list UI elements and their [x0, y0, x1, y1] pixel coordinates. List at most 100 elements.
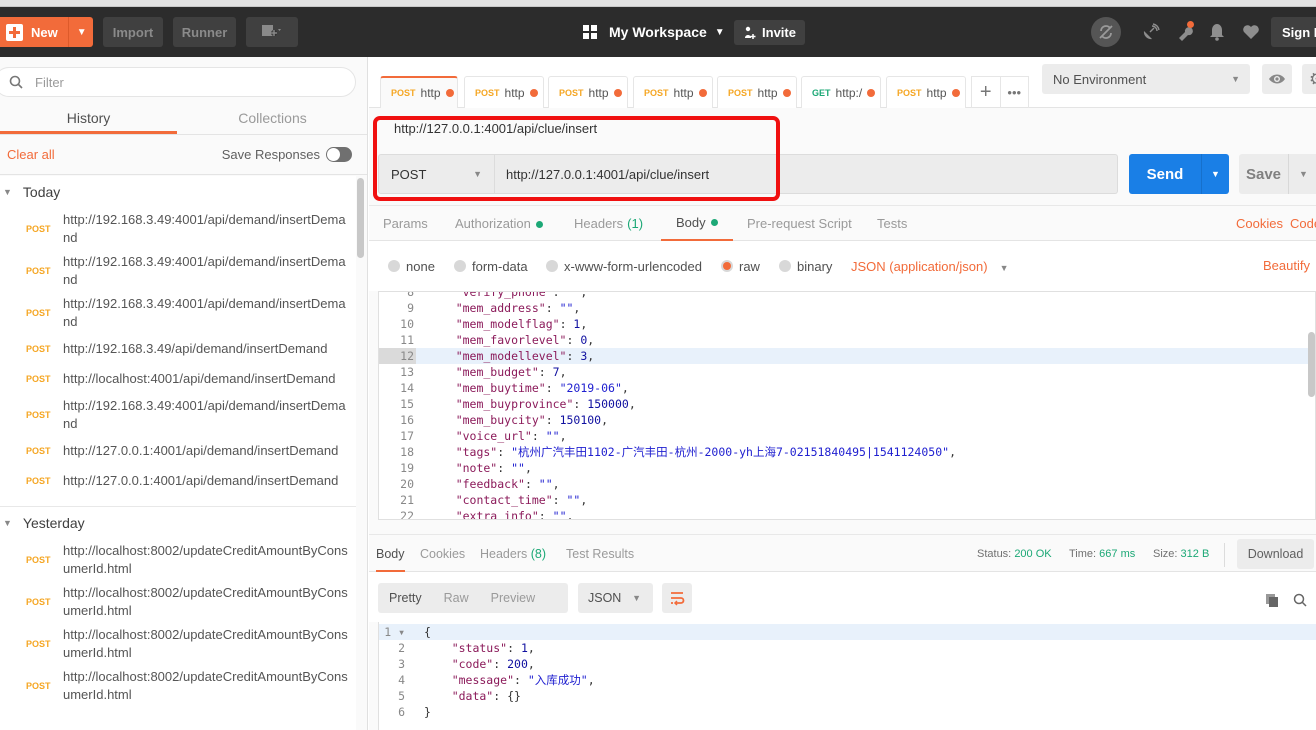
tab-authorization[interactable]: Authorization [455, 206, 543, 242]
status-dot [710, 219, 718, 226]
view-pretty[interactable]: Pretty [378, 591, 433, 605]
wrap-lines-button[interactable] [662, 583, 692, 613]
tab-headers[interactable]: Headers (1) [574, 206, 643, 242]
more-tabs-button[interactable]: ••• [1001, 77, 1029, 108]
history-item[interactable]: POST http://127.0.0.1:4001/api/demand/ins… [0, 436, 356, 466]
manage-environments-button[interactable]: ⚙ [1302, 64, 1316, 94]
history-item[interactable]: POST http://192.168.3.49:4001/api/demand/… [0, 292, 356, 334]
save-responses-toggle[interactable] [326, 147, 352, 162]
content-type-select[interactable]: JSON (application/json) ▼ [851, 259, 1008, 274]
beautify-link[interactable]: Beautify [1263, 248, 1310, 284]
radio-x-www-form-urlencoded[interactable]: x-www-form-urlencoded [546, 259, 702, 274]
line-number: 2 [398, 641, 405, 655]
tab-history[interactable]: History [0, 103, 177, 134]
request-tab[interactable]: POST http [886, 76, 966, 108]
environment-select[interactable]: No Environment ▼ [1042, 64, 1250, 94]
tab-pre-request-script[interactable]: Pre-request Script [747, 206, 852, 242]
code-content: "code": 200, [424, 657, 535, 671]
save-button[interactable]: Save [1239, 154, 1288, 194]
code-link[interactable]: Code [1290, 206, 1316, 242]
runner-button[interactable]: Runner [173, 17, 236, 47]
code-line: 20 "feedback": "", [379, 476, 1315, 492]
new-window-icon [262, 25, 281, 36]
history-item[interactable]: POST http://localhost:8002/updateCreditAm… [0, 665, 356, 707]
clear-all-button[interactable]: Clear all [7, 147, 55, 162]
tab-response-body[interactable]: Body [376, 535, 405, 573]
history-item-url: http://localhost:8002/updateCreditAmount… [63, 627, 348, 660]
tab-tests[interactable]: Tests [877, 206, 907, 242]
request-tab[interactable]: POST http [464, 76, 544, 108]
download-button[interactable]: Download [1237, 539, 1314, 569]
new-button[interactable]: New ▼ [0, 17, 93, 47]
radio-raw[interactable]: raw [721, 259, 760, 274]
history-item[interactable]: POST http://localhost:8002/updateCreditAm… [0, 581, 356, 623]
request-body-editor[interactable]: 8 "verify_phone": "", 9 "mem_address": ""… [378, 291, 1316, 520]
send-options-button[interactable]: ▼ [1201, 154, 1229, 194]
response-time: Time: 667 ms [1069, 548, 1136, 560]
tab-response-cookies[interactable]: Cookies [420, 535, 465, 573]
history-item[interactable]: POST http://127.0.0.1:4001/api/demand/ins… [0, 466, 356, 496]
import-button[interactable]: Import [103, 17, 163, 47]
history-item[interactable]: POST http://192.168.3.49/api/demand/inser… [0, 334, 356, 364]
history-group-header[interactable]: ▼ Today [0, 176, 356, 208]
view-preview[interactable]: Preview [480, 591, 546, 605]
line-number: 6 [398, 705, 405, 719]
chevron-down-icon[interactable]: ▼ [77, 27, 87, 38]
workspace-selector[interactable]: My Workspace ▼ [583, 17, 725, 47]
code-line: 14 "mem_buytime": "2019-06", [379, 380, 1315, 396]
tab-label: http [504, 85, 525, 100]
history-item[interactable]: POST http://192.168.3.49:4001/api/demand/… [0, 394, 356, 436]
tab-collections[interactable]: Collections [177, 103, 367, 134]
sidebar-scrollbar[interactable] [357, 178, 364, 258]
request-tab[interactable]: POST http [380, 76, 458, 108]
filter-input[interactable]: Filter [0, 67, 356, 97]
method-badge: POST [391, 88, 416, 98]
view-raw[interactable]: Raw [433, 591, 480, 605]
code-line: 5 "data": {} [379, 688, 1316, 704]
request-tab[interactable]: POST http [717, 76, 797, 108]
collapse-triangle-icon: ▼ [3, 518, 12, 528]
response-body-viewer[interactable]: 1 ▾{2 "status": 1, 3 "code": 200, 4 "messa… [378, 622, 1316, 730]
interceptor-button[interactable] [1140, 17, 1162, 47]
history-item[interactable]: POST http://localhost:4001/api/demand/ins… [0, 364, 356, 394]
history-item[interactable]: POST http://192.168.3.49:4001/api/demand/… [0, 250, 356, 292]
request-tab[interactable]: POST http [548, 76, 628, 108]
request-tab[interactable]: POST http [633, 76, 713, 108]
save-options-button[interactable]: ▼ [1288, 154, 1316, 194]
history-group-header[interactable]: ▼ Yesterday [0, 507, 356, 539]
editor-scrollbar[interactable] [1308, 332, 1315, 397]
line-number: 4 [398, 673, 405, 687]
radio-none[interactable]: none [388, 259, 435, 274]
search-icon[interactable] [1293, 593, 1307, 607]
environment-quick-look-button[interactable] [1262, 64, 1292, 94]
tab-label: http [588, 85, 609, 100]
history-item[interactable]: POST http://192.168.3.49:4001/api/demand/… [0, 208, 356, 250]
invite-button[interactable]: Invite [734, 20, 805, 45]
heart-button[interactable] [1240, 17, 1262, 47]
eye-icon [1269, 74, 1285, 84]
history-item-url: http://192.168.3.49:4001/api/demand/inse… [63, 398, 346, 431]
settings-wrench-button[interactable] [1174, 17, 1196, 47]
history-item[interactable]: POST http://localhost:8002/updateCreditAm… [0, 623, 356, 665]
tab-body[interactable]: Body [661, 206, 733, 242]
tab-response-headers[interactable]: Headers (8) [480, 535, 546, 573]
sign-in-button[interactable]: Sign In [1271, 17, 1316, 47]
sync-status-button[interactable] [1091, 17, 1121, 47]
new-window-button[interactable] [246, 17, 298, 47]
cookies-link[interactable]: Cookies [1236, 206, 1283, 242]
code-line: 10 "mem_modelflag": 1, [379, 316, 1315, 332]
tab-test-results[interactable]: Test Results [566, 535, 634, 573]
tab-params[interactable]: Params [383, 206, 428, 242]
radio-binary[interactable]: binary [779, 259, 832, 274]
json-key: "tags" [428, 445, 498, 459]
radio-form-data[interactable]: form-data [454, 259, 528, 274]
format-select[interactable]: JSON ▼ [578, 583, 653, 613]
send-button[interactable]: Send [1129, 154, 1201, 194]
json-key: "mem_buytime" [428, 381, 546, 395]
add-tab-button[interactable]: + [972, 77, 1001, 108]
request-tab[interactable]: GET http:/ [801, 76, 881, 108]
copy-icon[interactable] [1266, 594, 1278, 607]
notifications-button[interactable] [1206, 17, 1228, 47]
history-item[interactable]: POST http://localhost:8002/updateCreditAm… [0, 539, 356, 581]
request-tabs-bar: POST http POST http POST http POST http POST http… [369, 57, 1031, 108]
